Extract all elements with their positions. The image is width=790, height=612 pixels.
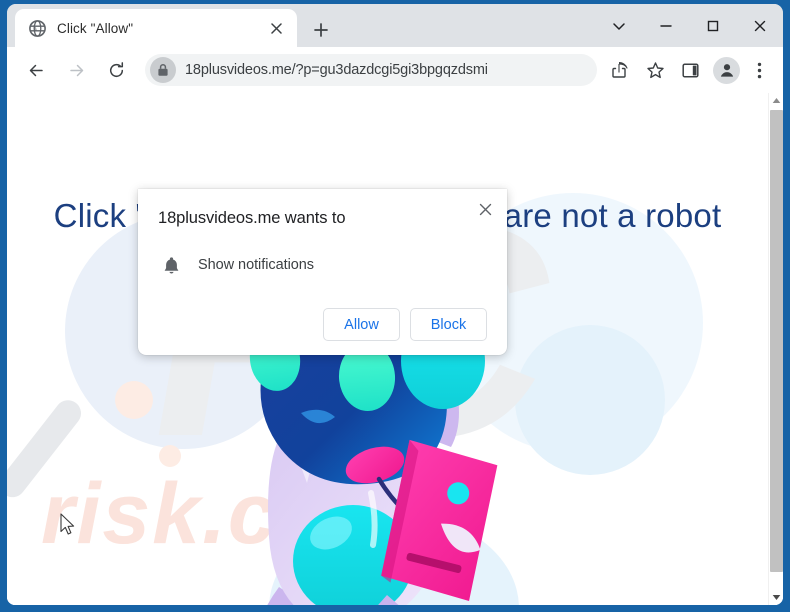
block-button[interactable]: Block: [410, 308, 487, 341]
lock-icon[interactable]: [150, 57, 176, 83]
maximize-icon[interactable]: [689, 4, 736, 47]
minimize-icon[interactable]: [642, 4, 689, 47]
tab-search-chevron-down-icon[interactable]: [595, 4, 642, 47]
forward-button-arrow-right-icon[interactable]: [61, 55, 92, 86]
window-controls: [595, 4, 783, 47]
browser-tab[interactable]: Click "Allow": [15, 9, 297, 47]
dialog-permission-row: Show notifications: [158, 252, 487, 278]
dialog-permission-label: Show notifications: [198, 257, 314, 273]
page-scrollbar[interactable]: [768, 93, 783, 605]
tab-title: Click "Allow": [57, 20, 134, 36]
back-button-arrow-left-icon[interactable]: [21, 55, 52, 86]
browser-toolbar: 18plusvideos.me/?p=gu3dazdcgi5gi3bpgqzds…: [7, 47, 783, 93]
scrollbar-thumb[interactable]: [770, 110, 783, 572]
side-panel-icon[interactable]: [674, 54, 706, 86]
notification-permission-dialog: 18plusvideos.me wants to Show notificati…: [138, 189, 507, 355]
scroll-up-arrow-icon[interactable]: [769, 93, 783, 108]
new-tab-button[interactable]: [308, 17, 334, 43]
reload-button-icon[interactable]: [101, 55, 132, 86]
tab-close-icon[interactable]: [265, 17, 287, 39]
toolbar-actions: [597, 54, 775, 86]
close-icon[interactable]: [736, 4, 783, 47]
tab-strip: Click "Allow": [7, 4, 783, 47]
bell-icon: [158, 252, 184, 278]
browser-window: Click "Allow" 18plusvideos.me/?p=gu3dazd…: [7, 4, 783, 605]
dialog-close-icon[interactable]: [473, 197, 497, 221]
page-viewport: PC risk.com: [7, 93, 783, 605]
address-bar[interactable]: 18plusvideos.me/?p=gu3dazdcgi5gi3bpgqzds…: [145, 54, 597, 86]
dialog-buttons: Allow Block: [158, 308, 487, 341]
allow-button[interactable]: Allow: [323, 308, 400, 341]
dialog-title: 18plusvideos.me wants to: [158, 209, 346, 227]
profile-avatar[interactable]: [713, 56, 740, 84]
scroll-down-arrow-icon[interactable]: [769, 590, 783, 605]
share-icon[interactable]: [604, 54, 636, 86]
globe-icon: [29, 19, 46, 37]
three-dot-menu-icon[interactable]: [743, 54, 775, 86]
bookmark-star-icon[interactable]: [639, 54, 671, 86]
url-text[interactable]: 18plusvideos.me/?p=gu3dazdcgi5gi3bpgqzds…: [185, 62, 488, 78]
os-window-frame: Click "Allow" 18plusvideos.me/?p=gu3dazd…: [0, 0, 790, 612]
